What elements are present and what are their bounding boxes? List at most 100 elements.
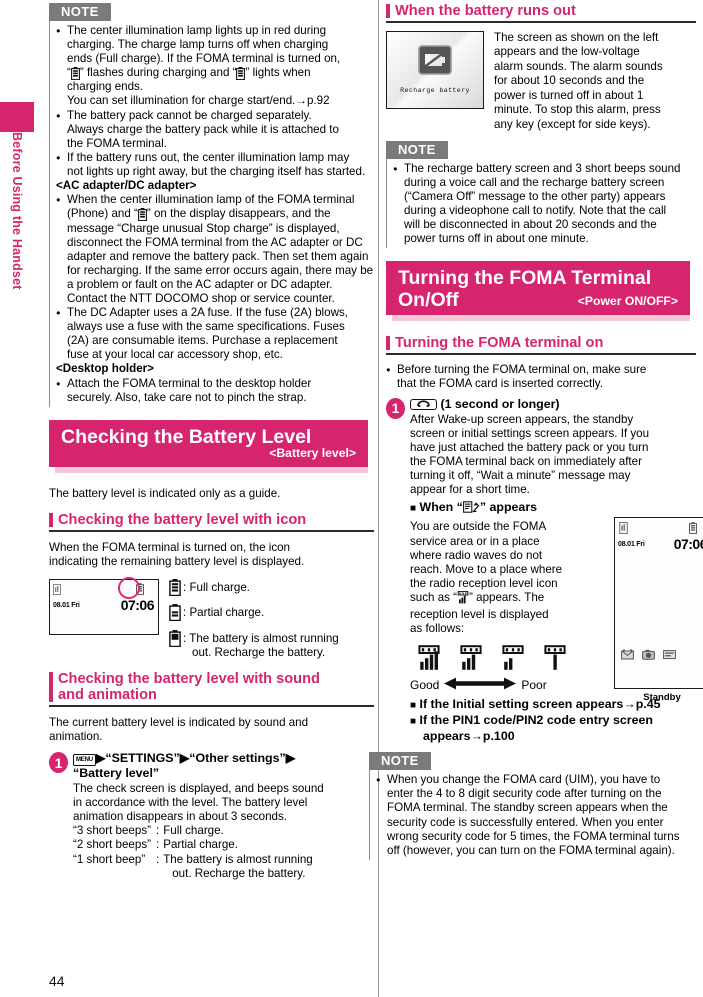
legend-label: : Partial charge. (183, 605, 265, 619)
list-item: Attach the FOMA terminal to the desktop … (56, 377, 374, 405)
beep-label: “1 short beep” (73, 852, 146, 866)
signal-level-1-icon (543, 645, 567, 676)
battery-full-icon (70, 67, 80, 81)
standby-screen-mock-small: 08.01 Fri 07:06 (49, 576, 159, 660)
black-square-bullet-icon: ■ (410, 503, 417, 515)
signal-level-2-icon (501, 645, 525, 676)
subheading-battery-level-icon: Checking the battery level with icon (49, 512, 374, 532)
subheading-battery-level-sound: Checking the battery level with sound an… (49, 671, 374, 707)
runs-out-figure-row: Recharge battery The screen as shown on … (386, 30, 696, 133)
arrow-right-icon: ▶ (95, 751, 106, 766)
subsection-out-of-area-title: ■ When “” appears (410, 500, 696, 518)
subheading-text: Checking the battery level with sound an… (58, 670, 320, 704)
reception-good-label: Good (410, 678, 440, 693)
camera-icon (642, 650, 655, 661)
beep-value: Full charge. (163, 824, 224, 838)
phone-screen: 08.01 Fri 07:06 (49, 576, 159, 635)
manual-page: Before Using the Handset NOTE The center… (0, 0, 703, 997)
signal-level-icon (457, 591, 469, 608)
phone-screen: 08.01 Fri 07:06 (614, 517, 703, 690)
legend-row: : Full charge. (169, 578, 374, 604)
step-number: 1 (54, 754, 63, 771)
black-square-bullet-icon: ■ (410, 716, 417, 728)
step-title: MENU ▶“SETTINGS”▶“Other settings”▶ “Batte… (73, 751, 296, 781)
side-thumb-tab: Before Using the Handset (0, 0, 40, 997)
double-arrow-icon (443, 677, 517, 693)
black-square-bullet-icon: ■ (410, 700, 417, 712)
subheading-rule (386, 20, 696, 23)
left-column: NOTE The center illumination lamp lights… (49, 0, 374, 997)
subheading-rule (49, 704, 374, 707)
list-item: The recharge battery screen and 3 short … (393, 162, 696, 247)
legend-label: : The battery is almost running out. Rec… (183, 631, 339, 659)
softkey-icon-row (621, 649, 676, 661)
step-description: The check screen is displayed, and beeps… (73, 782, 324, 824)
note-box-charging: NOTE The center illumination lamp lights… (49, 3, 374, 407)
arrow-right-icon: ▶ (179, 751, 190, 766)
note-list: The recharge battery screen and 3 short … (393, 162, 696, 247)
table-row: “2 short beeps” : Partial charge. (73, 838, 313, 852)
step-number-badge: 1 (386, 397, 405, 419)
banner-title-line2: On/Off (398, 289, 459, 312)
step-body: (1 second or longer) After Wake-up scree… (410, 397, 703, 744)
subheading-turning-terminal-on: Turning the FOMA terminal on (386, 335, 696, 355)
screen-caption: Recharge battery (400, 87, 470, 94)
battery-full-icon (137, 208, 147, 222)
power-end-key-icon (410, 398, 437, 410)
signal-icon (619, 521, 628, 539)
mail-icon (621, 649, 634, 660)
beep-value: The battery is almost running out. Recha… (163, 852, 313, 880)
battery-empty-warning-icon (418, 45, 452, 80)
battery-level-intro: The battery level is indicated only as a… (49, 486, 281, 500)
runs-out-paragraph: The screen as shown on the left appears … (494, 30, 663, 132)
recharge-battery-screen-mock: Recharge battery (386, 30, 484, 133)
subhead-desktop-holder: <Desktop holder> (56, 362, 154, 376)
side-tab-swatch (0, 102, 34, 132)
note-list: When you change the FOMA card (UIM), you… (376, 773, 696, 858)
legend-label: : Full charge. (183, 580, 251, 594)
imode-icon (663, 650, 676, 660)
step-body: MENU ▶“SETTINGS”▶“Other settings”▶ “Batte… (73, 751, 374, 881)
note-body: When you change the FOMA card (UIM), you… (369, 770, 696, 860)
phone-screen: Recharge battery (386, 30, 484, 109)
list-item: The DC Adapter uses a 2A fuse. If the fu… (56, 306, 374, 362)
arrow-right-icon: ▶ (285, 751, 296, 766)
subhead-ac-dc-adapter: <AC adapter/DC adapter> (56, 179, 197, 193)
note-body: The center illumination lamp lights up i… (49, 21, 374, 407)
arrow-right-icon: → (295, 94, 307, 108)
battery-icon-figure: 08.01 Fri 07:06 : Full charge. : Partial… (49, 576, 374, 660)
table-row: “1 short beep” : The battery is almost r… (73, 853, 313, 881)
beep-label: “3 short beeps” (73, 824, 151, 838)
signal-icon (53, 582, 61, 600)
subheading-text: Turning the FOMA terminal on (395, 335, 604, 352)
battery-full-icon (169, 578, 181, 596)
beep-sep: : (155, 852, 160, 866)
list-item: When the center illumination lamp of the… (56, 193, 374, 306)
step-number-badge: 1 (49, 752, 68, 774)
battery-sound-paragraph: The current battery level is indicated b… (49, 715, 309, 743)
beep-legend-table: “3 short beeps” : Full charge. “2 short … (73, 824, 313, 880)
arrow-right-icon: → (470, 729, 483, 744)
banner-subtitle: <Power ON/OFF> (577, 294, 678, 309)
subheading-rule (49, 529, 374, 532)
out-of-service-area-icon (462, 501, 480, 518)
note-box-recharge: NOTE The recharge battery screen and 3 s… (386, 140, 696, 249)
side-tab-label: Before Using the Handset (10, 132, 24, 290)
note-tag: NOTE (386, 140, 448, 159)
banner-title-row: On/Off <Power ON/OFF> (398, 289, 680, 311)
out-of-area-paragraph: You are outside the FOMA service area or… (410, 520, 563, 636)
menu-key-icon: MENU (73, 754, 96, 767)
highlight-circle (118, 576, 140, 599)
battery-icon-paragraph: When the FOMA terminal is turned on, the… (49, 540, 305, 568)
beep-sep: : (155, 824, 160, 838)
battery-low-icon (169, 629, 181, 647)
note-list-adapter: When the center illumination lamp of the… (56, 193, 374, 362)
subheading-rule (386, 352, 696, 355)
subheading-text: Checking the battery level with icon (58, 512, 307, 529)
list-item: Before turning the FOMA terminal on, mak… (386, 363, 696, 391)
note-box-uim-change: NOTE When you change the FOMA card (UIM)… (369, 752, 696, 860)
note-body: The recharge battery screen and 3 short … (386, 158, 696, 249)
beep-sep: : (155, 838, 160, 852)
battery-legend: : Full charge. : Partial charge. : The b… (169, 578, 374, 660)
reception-poor-label: Poor (521, 678, 547, 693)
